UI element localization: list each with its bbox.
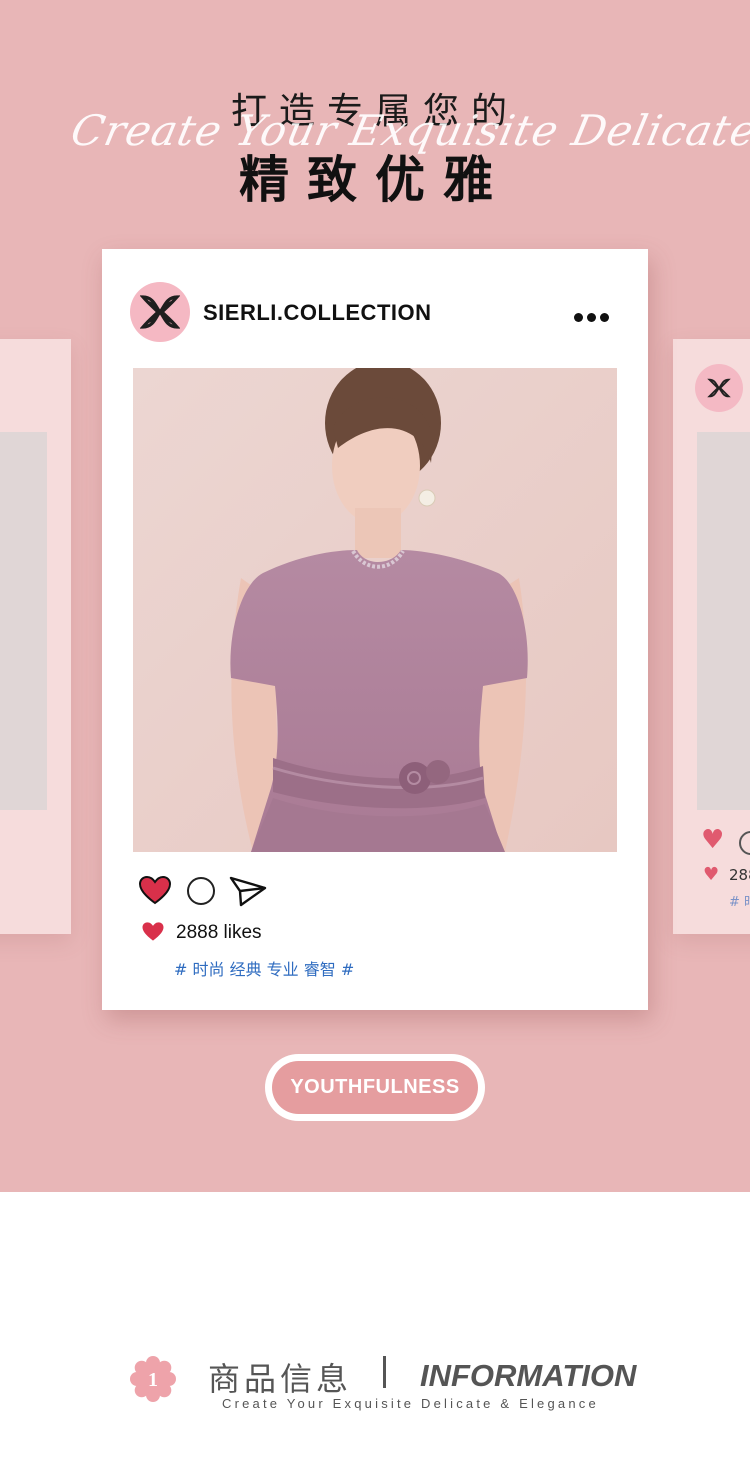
info-subtitle: Create Your Exquisite Delicate & Eleganc… <box>222 1396 599 1411</box>
badge-number: 1 <box>148 1369 158 1391</box>
info-title-cn: 商品信息 <box>208 1360 353 1398</box>
comment-icon[interactable] <box>739 831 750 855</box>
brand-avatar-icon[interactable] <box>130 282 190 342</box>
hero-section: 打造专属您的 Create Your Exquisite Delicate & … <box>0 0 750 1192</box>
side-card-right[interactable]: ♥ ♥ 288 # 时 <box>673 339 750 934</box>
info-title-en: INFORMATION <box>420 1358 637 1393</box>
post-photo[interactable] <box>133 368 617 852</box>
likes-count[interactable]: 2888 likes <box>176 922 262 944</box>
side-likes-count: 288 <box>729 866 750 884</box>
brand-avatar-icon <box>695 364 743 412</box>
youthfulness-label: YOUTHFULNESS <box>272 1061 478 1114</box>
post-card: SIERLI.COLLECTION 2888 likes # 时尚 经典 专业 … <box>102 249 648 1010</box>
more-options-icon[interactable] <box>574 307 614 322</box>
comment-icon[interactable] <box>187 877 215 905</box>
divider <box>383 1356 386 1388</box>
likes-heart-icon: ♥ <box>703 864 720 885</box>
send-icon[interactable] <box>229 875 267 911</box>
hashtags[interactable]: # 时尚 经典 专业 睿智 # <box>174 956 354 980</box>
hero-title-main: 精致优雅 <box>239 151 511 209</box>
youthfulness-button[interactable]: YOUTHFULNESS <box>265 1054 485 1121</box>
side-card-left[interactable] <box>0 339 71 934</box>
heart-icon[interactable]: ♥ <box>701 827 724 853</box>
flower-badge-icon: 1 <box>129 1355 177 1403</box>
information-header: 1 商品信息 INFORMATION Create Your Exquisite… <box>0 1340 750 1430</box>
side-card-photo <box>0 432 47 810</box>
model-photo-icon <box>133 368 617 852</box>
side-card-photo <box>697 432 750 810</box>
likes-heart-icon <box>141 921 165 946</box>
account-name[interactable]: SIERLI.COLLECTION <box>203 300 432 326</box>
like-heart-icon[interactable] <box>138 875 172 909</box>
side-tags: # 时 <box>729 895 750 910</box>
